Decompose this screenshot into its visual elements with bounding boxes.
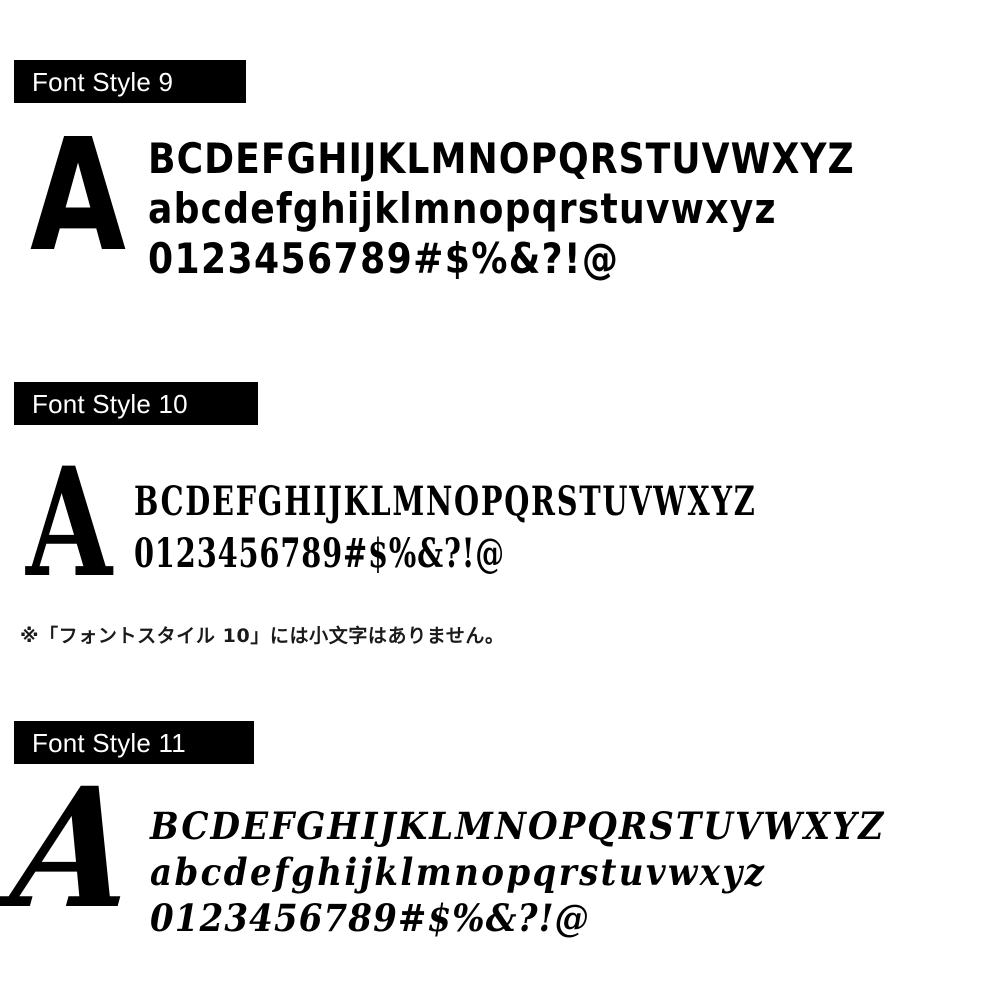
char-row-uppercase-style-10: BCDEFGHIJKLMNOPQRSTUVWXYZ xyxy=(134,478,757,525)
char-row-numerals-style-9: 0123456789#$%&?!@ xyxy=(148,234,620,283)
footnote-style-10: ※「フォントスタイル 10」には小文字はありません。 xyxy=(20,625,505,647)
char-row-lowercase-style-11: abcdefghijklmnopqrstuvwxyz xyxy=(150,850,767,894)
big-letter-style-9: A xyxy=(30,105,126,286)
char-rows-style-10: BCDEFGHIJKLMNOPQRSTUVWXYZ 0123456789#$%&… xyxy=(134,460,999,574)
specimen-block-style-10: A BCDEFGHIJKLMNOPQRSTUVWXYZ 0123456789#$… xyxy=(26,448,976,597)
char-row-lowercase-style-9: abcdefghijklmnopqrstuvwxyz xyxy=(148,184,777,233)
section-label-bar-style-10: Font Style 10 xyxy=(14,382,258,425)
font-specimen-page: Font Style 9 A BCDEFGHIJKLMNOPQRSTUVWXYZ… xyxy=(0,0,1000,1000)
char-rows-style-9: BCDEFGHIJKLMNOPQRSTUVWXYZ abcdefghijklmn… xyxy=(148,128,980,280)
char-rows-style-11: BCDEFGHIJKLMNOPQRSTUVWXYZ abcdefghijklmn… xyxy=(150,790,997,937)
char-row-numerals-style-10: 0123456789#$%&?!@ xyxy=(134,530,505,577)
section-label-bar-style-9: Font Style 9 xyxy=(14,60,246,103)
char-row-uppercase-style-9: BCDEFGHIJKLMNOPQRSTUVWXYZ xyxy=(148,134,855,183)
section-label-style-9: Font Style 9 xyxy=(32,66,174,97)
big-letter-style-10: A xyxy=(26,435,113,611)
section-label-style-10: Font Style 10 xyxy=(32,388,188,419)
char-row-numerals-style-11: 0123456789#$%&?!@ xyxy=(150,896,590,940)
char-row-uppercase-style-11: BCDEFGHIJKLMNOPQRSTUVWXYZ xyxy=(150,804,886,848)
big-letter-style-11: A xyxy=(5,751,142,945)
specimen-block-style-9: A BCDEFGHIJKLMNOPQRSTUVWXYZ abcdefghijkl… xyxy=(30,118,980,280)
specimen-block-style-11: A BCDEFGHIJKLMNOPQRSTUVWXYZ abcdefghijkl… xyxy=(5,751,997,945)
